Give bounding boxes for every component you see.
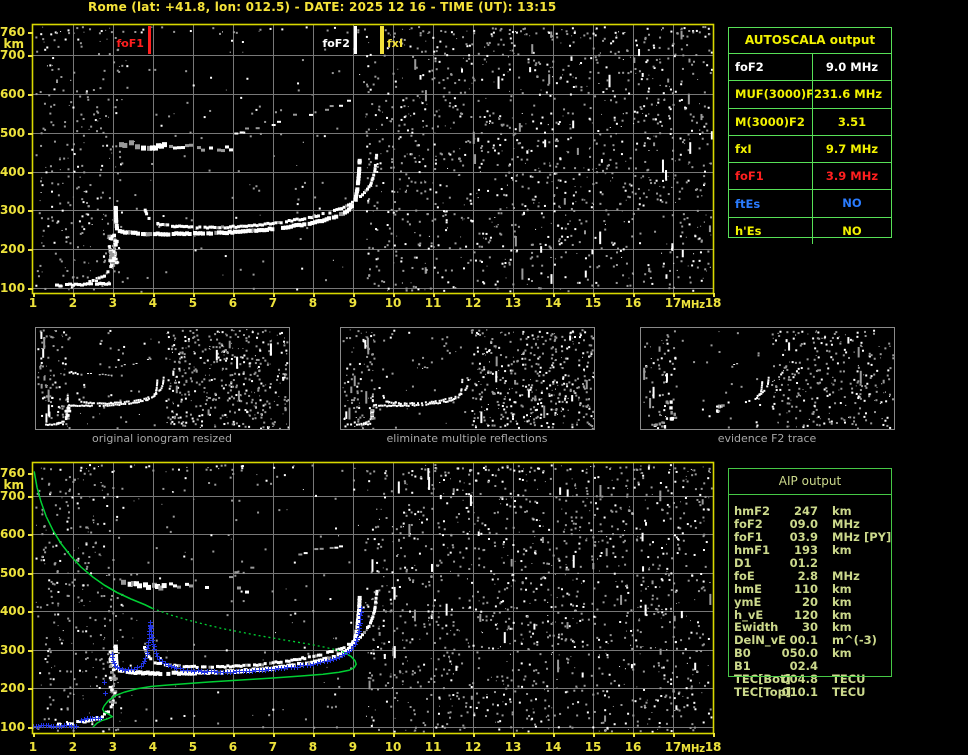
aip-unit: km: [832, 581, 852, 596]
aip-unit: km: [832, 646, 852, 661]
parameter-value: NO: [812, 190, 891, 217]
aip-value: 09.0: [789, 516, 818, 531]
table-row: hmF1 193 km: [728, 542, 892, 557]
aip-value: 010.1: [781, 685, 818, 700]
aip-table-title: AIP output: [728, 468, 892, 495]
table-row: M(3000)F2 3.51: [729, 108, 891, 136]
aip-unit: m^(-3): [832, 633, 877, 648]
aip-value: 01.2: [789, 555, 818, 570]
parameter-label: ftEs: [735, 196, 761, 211]
aip-value: 03.9: [789, 529, 818, 544]
parameter-label: fxI: [735, 142, 752, 157]
table-row: D1 01.2: [728, 555, 892, 570]
aip-label: foE: [734, 568, 755, 583]
table-row: Ewidth 30 km: [728, 620, 892, 635]
parameter-value: 3.9 MHz: [812, 163, 891, 190]
table-row: TEC[Top] 010.1 TECU: [728, 685, 892, 700]
aip-unit: MHz: [832, 516, 860, 531]
thumbnail-caption: original ionogram resized: [92, 432, 232, 445]
aip-unit: km: [832, 542, 852, 557]
aip-unit: TECU: [832, 685, 866, 700]
table-row: foF1 03.9 MHz [PY]: [728, 529, 892, 544]
parameter-label: foF1: [735, 169, 764, 184]
aip-table-body: hmF2 247 km foF2 09.0 MHz foF1 03.9 MHz [PY] hmF1 1…: [728, 495, 892, 700]
aip-unit: km: [832, 594, 852, 609]
table-row: MUF(3000)F2 31.6 MHz: [729, 81, 891, 109]
aip-extra: [PY]: [864, 529, 892, 544]
aip-unit: km: [832, 620, 852, 635]
table-row: foF2 9.0 MHz: [729, 54, 891, 82]
aip-value: 247: [793, 504, 818, 518]
window-title: Rome (lat: +41.8, lon: 012.5) - DATE: 20…: [88, 0, 557, 14]
table-row: TEC[Bot] 004.8 TECU: [728, 672, 892, 687]
thumbnail-eliminate-reflections: [340, 327, 595, 430]
aip-unit: km: [832, 504, 852, 518]
table-row: hmE 110 km: [728, 581, 892, 596]
table-row: foF2 09.0 MHz: [728, 516, 892, 531]
parameter-value: NO: [812, 217, 891, 245]
bottom-ionogram-plot: [0, 452, 740, 755]
aip-value: 2.8: [797, 568, 818, 583]
parameter-label: MUF(3000)F2: [735, 87, 823, 102]
table-row: foF1 3.9 MHz: [729, 163, 891, 191]
parameter-label: h'Es: [735, 223, 762, 238]
parameter-value: 9.0 MHz: [812, 54, 891, 81]
aip-value: 120: [793, 607, 818, 622]
table-row: ymE 20 km: [728, 594, 892, 609]
autoscala-table-body: foF2 9.0 MHz MUF(3000)F2 31.6 MHz M(3000)F2 3…: [729, 54, 891, 245]
table-row: h'Es NO: [729, 217, 891, 245]
parameter-value: 9.7 MHz: [812, 135, 891, 163]
aip-unit: km: [832, 607, 852, 622]
table-row: DelN_vE 00.1 m^(-3): [728, 633, 892, 648]
table-row: foE 2.8 MHz: [728, 568, 892, 583]
autoscala-table-title: AUTOSCALA output: [729, 28, 891, 54]
aip-value: 20: [801, 594, 818, 609]
parameter-label: M(3000)F2: [735, 114, 805, 129]
table-row: h_vE 120 km: [728, 607, 892, 622]
aip-label: B0: [734, 646, 751, 661]
aip-value: 004.8: [781, 672, 818, 687]
aip-label: foF2: [734, 516, 763, 531]
aip-value: 050.0: [781, 646, 818, 661]
aip-value: 193: [793, 542, 818, 557]
aip-unit: MHz: [832, 529, 860, 544]
aip-value: 00.1: [789, 633, 818, 648]
thumbnail-original-ionogram: [35, 327, 290, 430]
table-row: fxI 9.7 MHz: [729, 135, 891, 164]
aip-label: foF1: [734, 529, 763, 544]
thumbnail-caption: evidence F2 trace: [717, 432, 817, 445]
parameter-label: foF2: [735, 60, 764, 75]
table-row: B0 050.0 km: [728, 646, 892, 661]
aip-unit: TECU: [832, 672, 866, 687]
aip-value: 30: [801, 620, 818, 635]
table-row: B1 02.4: [728, 659, 892, 674]
aip-output-table: AIP output hmF2 247 km foF2 09.0 MHz foF1 03.9 M…: [728, 468, 892, 700]
aip-label: hmE: [734, 581, 763, 596]
top-ionogram-plot: [0, 14, 740, 314]
parameter-value: 3.51: [812, 108, 891, 135]
aip-value: 110: [793, 581, 818, 596]
aip-label: hmF1: [734, 542, 771, 557]
table-row: hmF2 247 km: [728, 504, 892, 518]
aip-label: h_vE: [734, 607, 764, 622]
autoscala-window: Rome (lat: +41.8, lon: 012.5) - DATE: 20…: [0, 0, 968, 755]
thumbnail-evidence-f2-trace: [640, 327, 895, 430]
parameter-value: 31.6 MHz: [812, 81, 891, 108]
aip-unit: MHz: [832, 568, 860, 583]
aip-label: ymE: [734, 594, 762, 609]
table-row: ftEs NO: [729, 190, 891, 218]
thumbnail-caption: eliminate multiple reflections: [386, 432, 548, 445]
aip-label: hmF2: [734, 504, 771, 518]
aip-label: B1: [734, 659, 751, 674]
aip-value: 02.4: [789, 659, 818, 674]
autoscala-output-table: AUTOSCALA output foF2 9.0 MHz MUF(3000)F2 3…: [728, 27, 892, 245]
aip-label: D1: [734, 555, 752, 570]
